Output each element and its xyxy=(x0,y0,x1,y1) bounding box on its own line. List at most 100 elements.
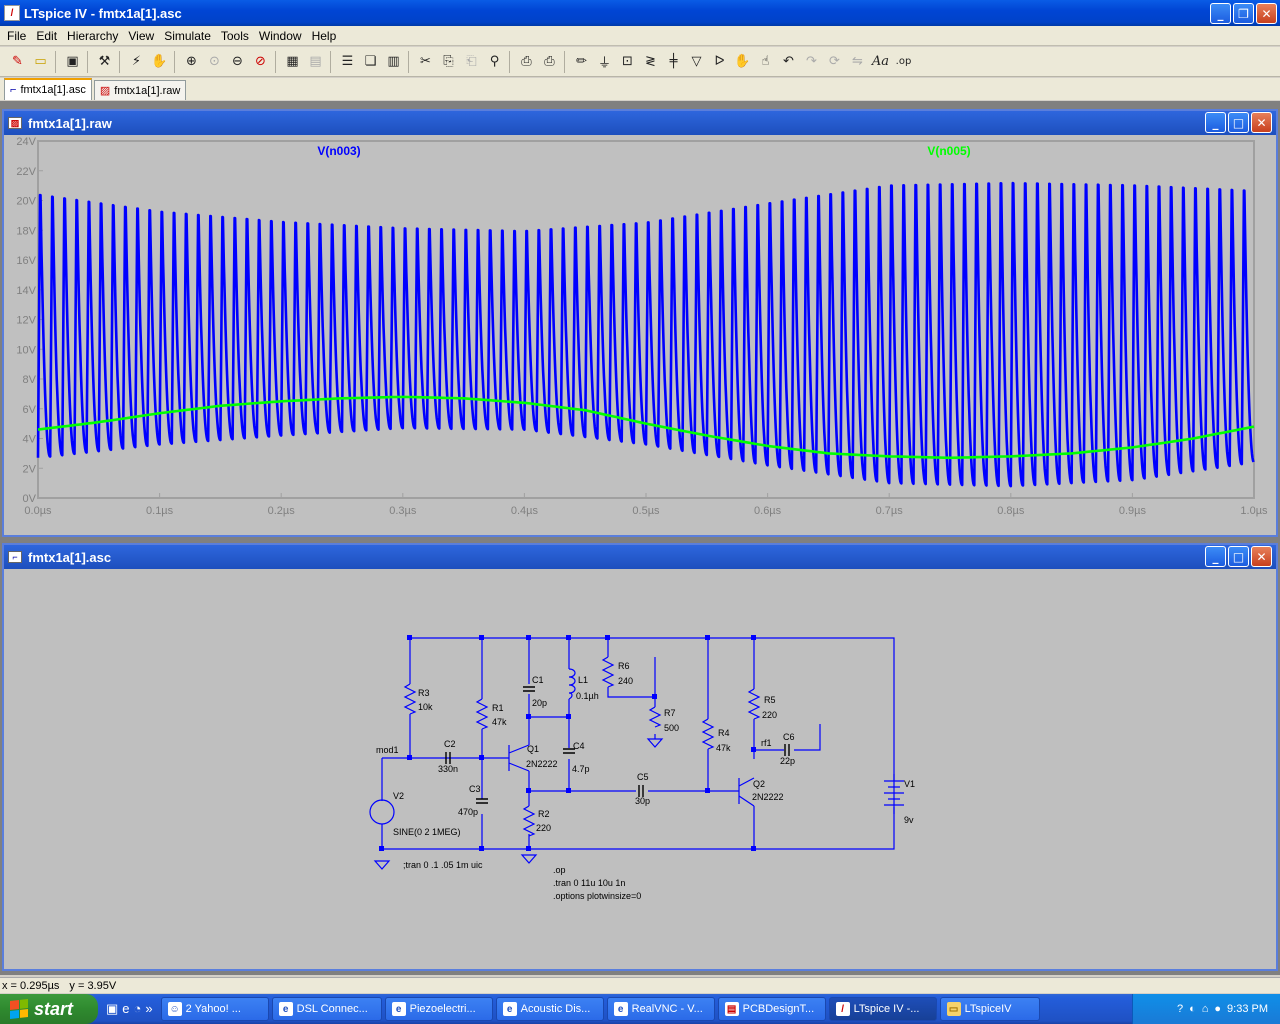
taskbar-item-piezo[interactable]: e Piezoelectri... xyxy=(384,997,493,1021)
clock[interactable]: 9:33 PM xyxy=(1227,1003,1268,1015)
mirror-icon[interactable]: ⇋ xyxy=(846,51,869,73)
label-icon[interactable]: ⊡ xyxy=(616,51,639,73)
maximize-button[interactable]: □ xyxy=(1228,546,1249,567)
antivirus-icon[interactable]: ● xyxy=(1214,1003,1221,1015)
label-r7-value[interactable]: 500 xyxy=(664,723,679,733)
help-icon[interactable]: ? xyxy=(1177,1003,1183,1015)
autorange-icon[interactable]: ▦ xyxy=(281,51,304,73)
spice-directive-icon[interactable]: .op xyxy=(892,51,915,73)
label-c4[interactable]: C4 xyxy=(573,741,585,751)
grid-icon[interactable]: ▤ xyxy=(304,51,327,73)
label-q2[interactable]: Q2 xyxy=(753,779,765,789)
label-r2-value[interactable]: 220 xyxy=(536,823,551,833)
label-r2[interactable]: R2 xyxy=(538,809,550,819)
tab-schematic[interactable]: ⌐ fmtx1a[1].asc xyxy=(4,78,92,100)
cascade-icon[interactable]: ❏ xyxy=(359,51,382,73)
trace-label-v-n005[interactable]: V(n005) xyxy=(927,144,970,158)
label-c2-value[interactable]: 330n xyxy=(438,764,458,774)
run-icon[interactable]: ⚡ xyxy=(125,51,148,73)
spice-directive-options[interactable]: .options plotwinsize=0 xyxy=(553,891,641,901)
label-c3[interactable]: C3 xyxy=(469,784,481,794)
waveform-plot-area[interactable]: 0V 2V 4V 6V 8V 10V 12V 14V 16V 18V 20V 22V 24V 0.0µs… xyxy=(4,135,1276,535)
taskbar-item-pcbdesign[interactable]: ▤ PCBDesignT... xyxy=(717,997,826,1021)
drag-icon[interactable]: ☝ xyxy=(754,51,777,73)
tab-waveform[interactable]: ▨ fmtx1a[1].raw xyxy=(93,80,187,100)
label-q1[interactable]: Q1 xyxy=(527,744,539,754)
move-icon[interactable]: ✋ xyxy=(731,51,754,73)
label-c6[interactable]: C6 xyxy=(783,732,795,742)
label-r5-value[interactable]: 220 xyxy=(762,710,777,720)
new-schematic-icon[interactable]: ✎ xyxy=(6,51,29,73)
schematic-window-titlebar[interactable]: ⌐ fmtx1a[1].asc _ □ ✕ xyxy=(4,545,1276,569)
menu-help[interactable]: Help xyxy=(307,29,342,43)
minimize-button[interactable]: _ xyxy=(1210,3,1231,24)
menu-hierarchy[interactable]: Hierarchy xyxy=(62,29,123,43)
paste-icon[interactable]: ⎗ xyxy=(460,51,483,73)
label-c5[interactable]: C5 xyxy=(637,772,649,782)
start-button[interactable]: start xyxy=(0,994,98,1024)
network-icon[interactable]: ⌂ xyxy=(1202,1003,1209,1015)
text-icon[interactable]: Aa xyxy=(869,51,892,73)
print-icon[interactable]: ⎙ xyxy=(538,51,561,73)
label-r4[interactable]: R4 xyxy=(718,728,730,738)
schematic-canvas[interactable]: R3 10k R1 47k C1 20p L1 0.1µh R6 240 R7 … xyxy=(4,569,1276,969)
ltspice-app-icon[interactable]: / xyxy=(4,5,20,21)
label-r1-value[interactable]: 47k xyxy=(492,717,507,727)
spice-comment[interactable]: ;tran 0 .1 .05 1m uic xyxy=(403,860,483,870)
component-icon[interactable]: ᐅ xyxy=(708,51,731,73)
taskbar-item-realvnc[interactable]: e RealVNC - V... xyxy=(606,997,715,1021)
copy-icon[interactable]: ⎘ xyxy=(437,51,460,73)
label-c6-value[interactable]: 22p xyxy=(780,756,795,766)
label-c1-value[interactable]: 20p xyxy=(532,698,547,708)
taskbar-item-ltspice-folder[interactable]: ▭ LTspiceIV xyxy=(939,997,1040,1021)
minimize-button[interactable]: _ xyxy=(1205,112,1226,133)
label-r5[interactable]: R5 xyxy=(764,695,776,705)
label-c4-value[interactable]: 4.7p xyxy=(572,764,590,774)
tile-vertical-icon[interactable]: ▥ xyxy=(382,51,405,73)
quick-launch-overflow-icon[interactable]: » xyxy=(145,1001,152,1017)
schematic-drawing[interactable]: R3 10k R1 47k C1 20p L1 0.1µh R6 240 R7 … xyxy=(4,569,1276,969)
label-c5-value[interactable]: 30p xyxy=(635,796,650,806)
maximize-button[interactable]: □ xyxy=(1228,112,1249,133)
spice-directive-tran[interactable]: .tran 0 11u 10u 1n xyxy=(553,878,625,888)
diode-icon[interactable]: ▽ xyxy=(685,51,708,73)
print-preview-icon[interactable]: ⎙ xyxy=(515,51,538,73)
label-r7[interactable]: R7 xyxy=(664,708,676,718)
label-mod1[interactable]: mod1 xyxy=(376,745,399,755)
label-r6-value[interactable]: 240 xyxy=(618,676,633,686)
control-panel-icon[interactable]: ⚒ xyxy=(93,51,116,73)
zoom-cancel-icon[interactable]: ⊘ xyxy=(249,51,272,73)
cut-icon[interactable]: ✂ xyxy=(414,51,437,73)
redo-icon[interactable]: ↷ xyxy=(800,51,823,73)
tile-horizontal-icon[interactable]: ☰ xyxy=(336,51,359,73)
label-v1-value[interactable]: 9v xyxy=(904,815,914,825)
menu-simulate[interactable]: Simulate xyxy=(159,29,216,43)
open-icon[interactable]: ▭ xyxy=(29,51,52,73)
label-r3-value[interactable]: 10k xyxy=(418,702,433,712)
show-desktop-icon[interactable]: ▣ xyxy=(106,1001,118,1017)
label-l1-value[interactable]: 0.1µh xyxy=(576,691,599,701)
capacitor-icon[interactable]: ╪ xyxy=(662,51,685,73)
menu-view[interactable]: View xyxy=(123,29,159,43)
restore-button[interactable]: ❐ xyxy=(1233,3,1254,24)
ground-icon[interactable]: ⏚ xyxy=(593,51,616,73)
waveform-window-titlebar[interactable]: ▨ fmtx1a[1].raw _ □ ✕ xyxy=(4,111,1276,135)
zoom-out-icon[interactable]: ⊖ xyxy=(226,51,249,73)
label-q1-value[interactable]: 2N2222 xyxy=(526,759,558,769)
spice-directive-op[interactable]: .op xyxy=(553,865,566,875)
label-c1[interactable]: C1 xyxy=(532,675,544,685)
label-v2-value[interactable]: SINE(0 2 1MEG) xyxy=(393,827,461,837)
wire-icon[interactable]: ✏ xyxy=(570,51,593,73)
taskbar-item-yahoo[interactable]: ☺ 2 Yahoo! ... xyxy=(160,997,269,1021)
menu-edit[interactable]: Edit xyxy=(31,29,62,43)
taskbar-item-acoustic[interactable]: e Acoustic Dis... xyxy=(495,997,604,1021)
label-rf1[interactable]: rf1 xyxy=(761,738,772,748)
internet-explorer-icon[interactable]: e xyxy=(122,1001,129,1017)
find-icon[interactable]: ⚲ xyxy=(483,51,506,73)
close-button[interactable]: ✕ xyxy=(1251,112,1272,133)
taskbar-item-dsl[interactable]: e DSL Connec... xyxy=(271,997,382,1021)
trace-label-v-n003[interactable]: V(n003) xyxy=(317,144,360,158)
label-v2[interactable]: V2 xyxy=(393,791,404,801)
label-r4-value[interactable]: 47k xyxy=(716,743,731,753)
menu-file[interactable]: File xyxy=(2,29,31,43)
